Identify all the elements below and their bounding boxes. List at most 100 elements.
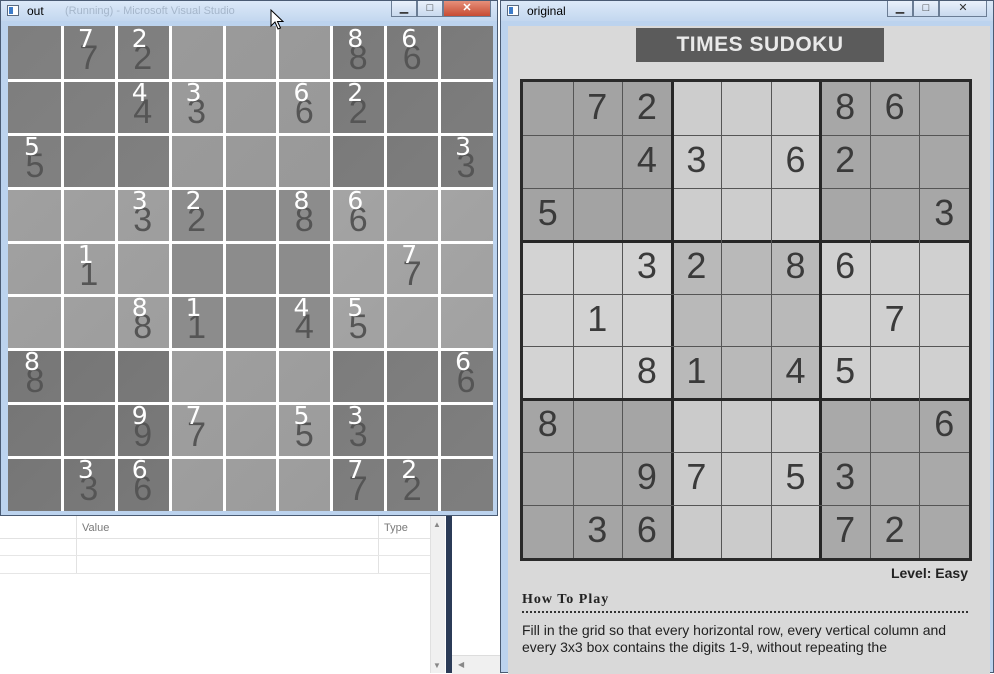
sudoku-cell: 7 — [671, 452, 722, 506]
out-cell: 22 — [169, 187, 224, 242]
sudoku-cell: 2 — [820, 134, 870, 188]
maximize-icon: □ — [426, 2, 434, 14]
sudoku-cell — [919, 452, 969, 506]
out-cell — [61, 187, 116, 242]
overlay-grid-line — [168, 26, 172, 511]
sudoku-cell: 1 — [572, 293, 623, 347]
out-cell: 33 — [439, 133, 493, 188]
column-header-type[interactable]: Type — [384, 522, 408, 534]
out-window-titlebar[interactable]: out (Running) - Microsoft Visual Studio … — [1, 1, 497, 21]
scroll-up-icon[interactable]: ▲ — [433, 520, 441, 529]
out-cell — [61, 403, 116, 458]
maximize-button[interactable]: □ — [417, 1, 443, 17]
sudoku-given-digit: 4 — [636, 138, 657, 180]
out-cell — [223, 26, 278, 80]
sudoku-given-digit: 5 — [835, 350, 856, 392]
close-button[interactable]: ✕ — [939, 1, 987, 17]
sudoku-cell: 6 — [820, 240, 870, 294]
cell-border-line — [523, 505, 969, 507]
sudoku-cell: 3 — [919, 187, 969, 241]
out-cell: 77 — [385, 241, 440, 296]
sudoku-cell: 4 — [622, 134, 672, 188]
recognized-digit-label: 5 — [347, 295, 364, 323]
recognized-digit-label: 8 — [347, 26, 364, 53]
recognized-digit-label: 2 — [347, 79, 364, 107]
out-cell — [61, 349, 116, 404]
recognized-digit-label: 3 — [185, 79, 202, 107]
locals-row[interactable] — [0, 538, 430, 556]
sudoku-cell: 3 — [820, 452, 870, 506]
recognized-digit-label: 3 — [347, 403, 364, 431]
out-cell: 99 — [115, 403, 170, 458]
recognized-digit-label: 7 — [401, 241, 418, 269]
sudoku-given-digit: 6 — [934, 403, 955, 445]
original-window[interactable]: original ▁ □ ✕ TIMES SUDOKU 728643625332… — [500, 0, 994, 674]
out-cell: 66 — [385, 26, 440, 80]
out-cell — [439, 79, 493, 134]
out-cell: 11 — [169, 295, 224, 350]
cell-border-line — [523, 134, 969, 136]
sudoku-cell — [622, 293, 672, 347]
out-cell — [331, 241, 386, 296]
out-cell — [115, 349, 170, 404]
close-button[interactable]: ✕ — [443, 1, 491, 17]
original-window-titlebar[interactable]: original ▁ □ ✕ — [501, 1, 993, 21]
sudoku-cell: 8 — [622, 346, 672, 400]
sudoku-given-digit: 5 — [785, 456, 806, 498]
out-cell — [385, 79, 440, 134]
maximize-button[interactable]: □ — [913, 1, 939, 17]
column-header-value[interactable]: Value — [82, 522, 109, 534]
out-cell: 66 — [115, 457, 170, 511]
minimize-button[interactable]: ▁ — [391, 1, 417, 17]
sudoku-cell: 3 — [671, 134, 722, 188]
sudoku-cell — [919, 82, 969, 135]
sudoku-given-digit: 3 — [934, 191, 955, 233]
overlay-grid-line — [384, 26, 388, 511]
newspaper-header: TIMES SUDOKU — [636, 28, 884, 62]
out-cell: 77 — [169, 403, 224, 458]
out-cell: 33 — [331, 403, 386, 458]
sudoku-cell — [721, 346, 771, 400]
scroll-left-icon[interactable]: ◀ — [458, 660, 464, 669]
sudoku-cell: 6 — [919, 399, 969, 453]
overlay-grid-line — [114, 26, 118, 511]
sudoku-cell — [671, 187, 722, 241]
out-cell: 66 — [277, 79, 332, 134]
sudoku-given-digit: 6 — [835, 244, 856, 286]
out-cell: 44 — [115, 79, 170, 134]
sudoku-given-digit: 6 — [785, 138, 806, 180]
out-cell — [385, 403, 440, 458]
sudoku-cell — [622, 399, 672, 453]
minimize-button[interactable]: ▁ — [887, 1, 913, 17]
sudoku-cell — [869, 240, 920, 294]
out-window[interactable]: out (Running) - Microsoft Visual Studio … — [0, 0, 498, 516]
sudoku-cell — [919, 240, 969, 294]
vertical-scrollbar[interactable]: ▲ ▼ — [430, 516, 445, 673]
sudoku-cell — [572, 399, 623, 453]
horizontal-scrollbar[interactable]: ◀ — [452, 655, 502, 674]
sudoku-cell: 1 — [671, 346, 722, 400]
scroll-down-icon[interactable]: ▼ — [433, 661, 441, 670]
out-cell — [8, 295, 62, 350]
cell-border-line — [523, 187, 969, 189]
sudoku-given-digit: 3 — [587, 509, 608, 551]
sudoku-given-digit: 7 — [587, 86, 608, 127]
out-cell — [223, 349, 278, 404]
recognized-digit-label: 8 — [293, 187, 310, 215]
sudoku-cell — [820, 293, 870, 347]
recognized-digit-label: 2 — [401, 457, 418, 485]
out-cell — [277, 133, 332, 188]
window-app-icon[interactable] — [507, 5, 519, 16]
sudoku-cell: 4 — [770, 346, 821, 400]
sudoku-cell — [671, 293, 722, 347]
panel-splitter[interactable] — [446, 516, 452, 673]
locals-row[interactable] — [0, 556, 430, 574]
sudoku-cell — [721, 240, 771, 294]
overlay-grid-line — [8, 240, 493, 244]
out-cell — [223, 79, 278, 134]
window-app-icon[interactable] — [7, 5, 19, 16]
sudoku-cell — [820, 187, 870, 241]
sudoku-cell — [523, 82, 573, 135]
out-cell: 55 — [331, 295, 386, 350]
overlay-grid-line — [60, 26, 64, 511]
